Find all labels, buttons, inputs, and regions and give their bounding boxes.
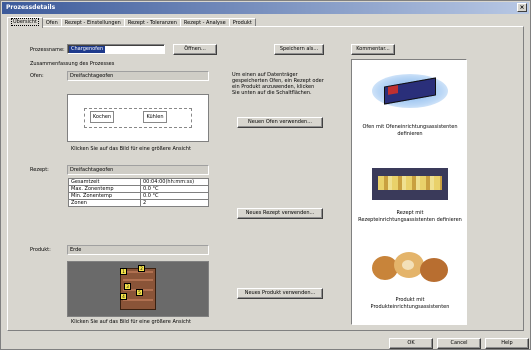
- use-new-product-button[interactable]: Neues Produkt verwenden...: [237, 288, 323, 299]
- info-line-4: Sie unten auf die Schaltflächen.: [232, 90, 312, 96]
- recipe-label: Rezept:: [30, 167, 49, 173]
- cook-zone: Kochen: [90, 111, 114, 123]
- summary-label: Zusammenfassung des Prozesses: [30, 61, 115, 67]
- cool-zone: Kühlen: [143, 111, 167, 123]
- recipe-params-table: Gesamtzeit 00:04:00(hh:mm:ss) Max. Zonent…: [68, 178, 209, 207]
- save-as-button[interactable]: Speichern als...: [274, 44, 324, 55]
- oven-wizard-caption-2: definieren: [397, 131, 423, 137]
- product-wizard-caption-2: Produkteinrichtungsassistenten: [370, 304, 450, 310]
- product-wizard-caption-1: Produkt mit: [395, 297, 425, 303]
- use-new-oven-button[interactable]: Neuen Ofen verwenden...: [237, 117, 323, 128]
- title-bar: Prozessdetails ×: [2, 2, 529, 14]
- product-image[interactable]: 1 2 3 4 5: [67, 261, 209, 317]
- table-row: Max. Zonentemp 0.0 °C: [68, 185, 209, 193]
- oven-wizard-caption-1: Ofen mit Ofeneinrichtungsassistenten: [362, 124, 458, 130]
- recipe-field: Dreifachtageofen: [67, 165, 209, 175]
- tab-label: Übersicht: [11, 18, 39, 26]
- recipe-wizard-caption-1: Rezept mit: [396, 210, 424, 216]
- param-name: Min. Zonentemp: [68, 192, 141, 200]
- oven-image-hint: Klicken Sie auf das Bild für eine größer…: [71, 146, 191, 152]
- marker-2: 2: [138, 265, 145, 272]
- param-name: Max. Zonentemp: [68, 185, 141, 193]
- oven-field: Dreifachtageofen: [67, 71, 209, 81]
- table-row: Zonen 2: [68, 199, 209, 207]
- recipe-wizard-image[interactable]: [372, 168, 448, 200]
- oven-wizard-image[interactable]: [372, 70, 448, 110]
- marker-4: 4: [120, 293, 127, 300]
- table-row: Min. Zonentemp 0.0 °C: [68, 192, 209, 200]
- oven-image[interactable]: Kochen Kühlen: [67, 94, 209, 142]
- table-row: Gesamtzeit 00:04:00(hh:mm:ss): [68, 178, 209, 186]
- cook-zone-label: Kochen: [92, 114, 112, 120]
- process-name-value: Chargenofen: [69, 46, 106, 53]
- recipe-wizard-caption-2: Rezepteinrichtungsassistenten definieren: [358, 217, 462, 223]
- comment-button[interactable]: Kommentar...: [351, 44, 395, 55]
- marker-3: 3: [124, 283, 131, 290]
- process-name-input[interactable]: Chargenofen: [67, 44, 165, 54]
- tab-overview[interactable]: Übersicht: [7, 17, 43, 28]
- close-button[interactable]: ×: [517, 3, 527, 12]
- param-value: 0.0 °C: [140, 192, 209, 200]
- close-icon: ×: [519, 4, 525, 11]
- product-wizard-image[interactable]: [372, 250, 448, 284]
- ok-button[interactable]: OK: [389, 338, 433, 349]
- product-image-hint: Klicken Sie auf das Bild für eine größer…: [71, 319, 191, 325]
- oven-label: Ofen:: [30, 73, 44, 79]
- param-name: Gesamtzeit: [68, 178, 141, 186]
- param-name: Zonen: [68, 199, 141, 207]
- cancel-button[interactable]: Cancel: [437, 338, 481, 349]
- wizard-panel: Ofen mit Ofeneinrichtungsassistenten def…: [351, 59, 467, 325]
- process-name-label: Prozessname:: [30, 47, 65, 53]
- help-button[interactable]: Help: [485, 338, 529, 349]
- product-field: Erde: [67, 245, 209, 255]
- marker-5: 5: [136, 289, 143, 296]
- param-value: 0.0 °C: [140, 185, 209, 193]
- cool-zone-label: Kühlen: [146, 114, 164, 120]
- param-value: 00:04:00(hh:mm:ss): [140, 178, 209, 186]
- use-new-recipe-button[interactable]: Neues Rezept verwenden...: [237, 208, 323, 219]
- product-label: Produkt:: [30, 247, 51, 253]
- process-details-window: Prozessdetails × Übersicht Ofen Rezept -…: [0, 0, 531, 350]
- window-title: Prozessdetails: [6, 4, 56, 11]
- marker-1: 1: [120, 268, 127, 275]
- open-button[interactable]: Öffnen...: [173, 44, 217, 55]
- param-value: 2: [140, 199, 209, 207]
